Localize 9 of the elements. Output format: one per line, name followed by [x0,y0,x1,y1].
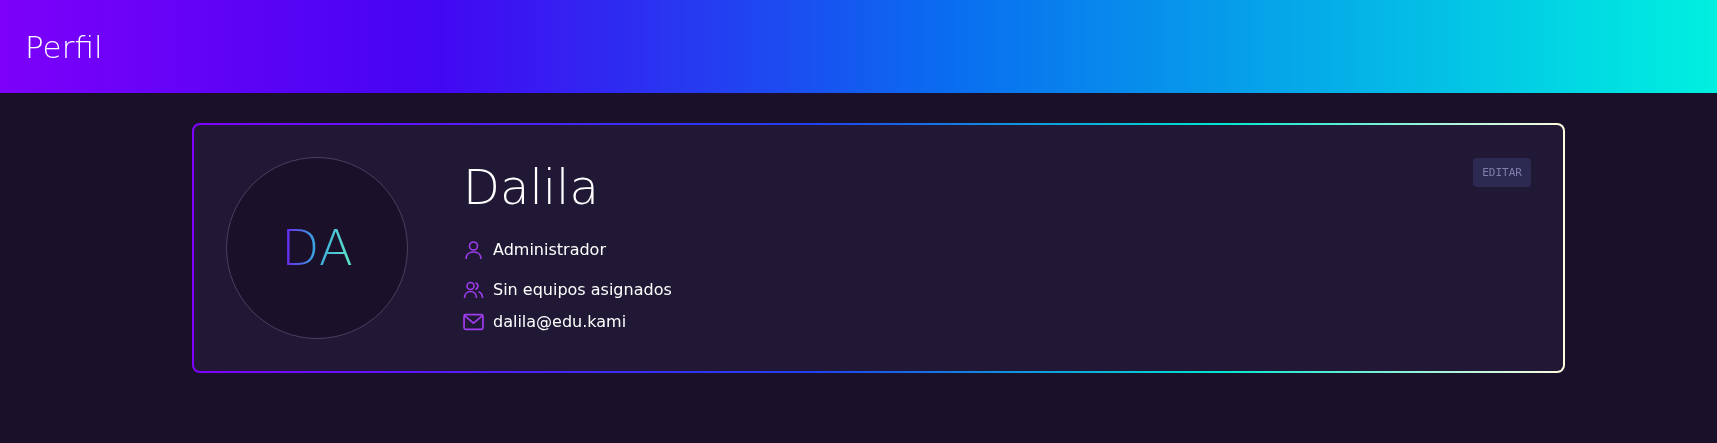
detail-text: Administrador [493,240,606,260]
users-icon [463,279,484,300]
detail-text: Sin equipos asignados [493,280,672,300]
page-title: Perfil [25,28,103,65]
user-name: Dalila [463,161,600,214]
user-icon [463,239,484,260]
edit-button[interactable]: EDITAR [1473,158,1531,187]
envelope-icon [463,311,484,332]
detail-text: dalila@edu.kami [493,312,627,332]
